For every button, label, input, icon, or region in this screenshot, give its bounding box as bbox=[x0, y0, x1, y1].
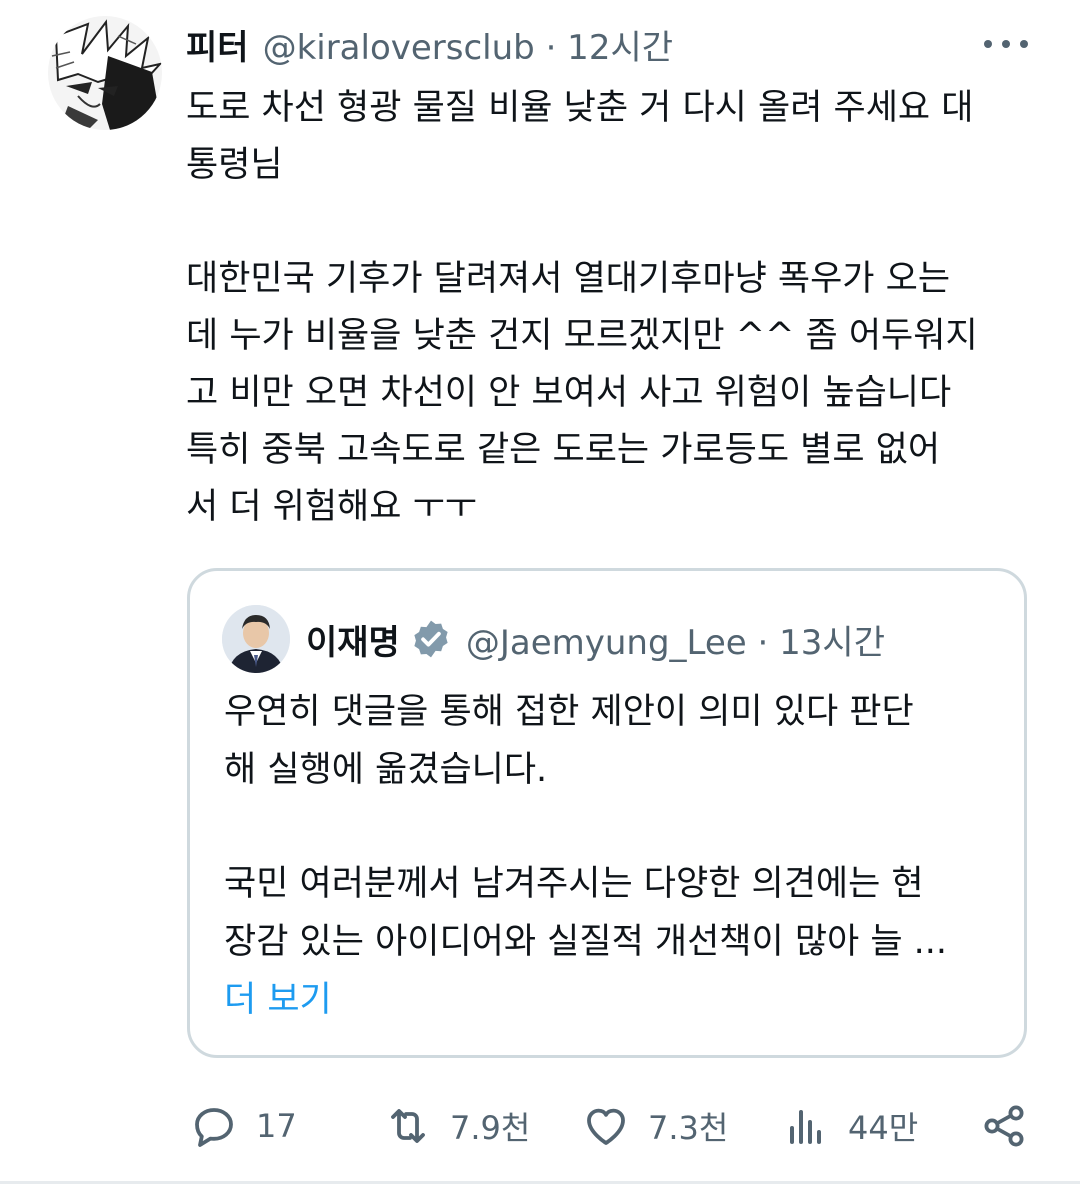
retweet-icon bbox=[391, 1109, 425, 1143]
quoted-author-avatar[interactable] bbox=[222, 605, 290, 673]
tweet-line: 특히 중북 고속도로 같은 도로는 가로등도 별로 없어 bbox=[186, 430, 941, 470]
quoted-line: 국민 여러분께서 남겨주시는 다양한 의견에는 현 bbox=[224, 864, 924, 904]
heart-icon bbox=[587, 1108, 625, 1145]
more-options-button[interactable] bbox=[984, 28, 1028, 60]
quoted-line: 장감 있는 아이디어와 실질적 개선책이 많아 늘 ... bbox=[224, 922, 948, 962]
tweet-header: 피터 @kiraloversclub · 12시간 bbox=[186, 18, 673, 70]
tweet-line: 도로 차선 형광 물질 비율 낮춘 거 다시 올려 주세요 대 bbox=[186, 88, 974, 128]
tweet-actions-bar: 17 7.9천 7.3천 44만 bbox=[0, 1096, 1080, 1156]
reply-icon bbox=[195, 1108, 233, 1147]
divider bbox=[0, 1181, 1080, 1184]
tweet-line: 통령님 bbox=[186, 145, 283, 185]
quoted-author-name[interactable]: 이재명 bbox=[306, 615, 400, 664]
quoted-line: 우연히 댓글을 통해 접한 제안이 의미 있다 판단 bbox=[224, 692, 914, 732]
quoted-avatar-photo bbox=[222, 605, 290, 673]
tweet-line: 데 누가 비율을 낮춘 건지 모르겠지만 ^^ 좀 어두워지 bbox=[186, 316, 978, 356]
quoted-handle-time[interactable]: @Jaemyung_Lee · 13시간 bbox=[466, 615, 885, 664]
show-more-link[interactable]: 더 보기 bbox=[224, 971, 1004, 1029]
views-button[interactable]: 44만 bbox=[782, 1096, 918, 1156]
retweet-button[interactable]: 7.9천 bbox=[384, 1096, 530, 1156]
quoted-tweet-card[interactable]: 이재명 @Jaemyung_Lee · 13시간 우연히 댓글을 통해 접한 제… bbox=[187, 568, 1027, 1058]
tweet-line-blank bbox=[186, 194, 1046, 251]
share-icon bbox=[984, 1105, 1024, 1147]
quoted-line-blank bbox=[224, 799, 1004, 855]
more-horizontal-icon bbox=[984, 40, 992, 48]
like-button[interactable]: 7.3천 bbox=[582, 1096, 728, 1156]
retweet-count: 7.9천 bbox=[450, 1109, 531, 1147]
quoted-line: 해 실행에 옮겼습니다. bbox=[224, 750, 548, 790]
author-handle-time[interactable]: @kiraloversclub · 12시간 bbox=[263, 20, 673, 69]
tweet-line: 고 비만 오면 차선이 안 보여서 사고 위험이 높습니다 bbox=[186, 373, 952, 413]
quoted-tweet-text: 우연히 댓글을 통해 접한 제안이 의미 있다 판단 해 실행에 옮겼습니다. … bbox=[224, 683, 1004, 1029]
verified-badge-icon bbox=[414, 620, 448, 658]
author-avatar[interactable] bbox=[48, 16, 162, 130]
more-dot bbox=[1020, 40, 1028, 48]
reply-button[interactable]: 17 bbox=[190, 1096, 297, 1156]
tweet-text: 도로 차선 형광 물질 비율 낮춘 거 다시 올려 주세요 대 통령님 대한민국… bbox=[186, 80, 1046, 536]
tweet-line: 대한민국 기후가 달려져서 열대기후마냥 폭우가 오는 bbox=[186, 259, 951, 299]
bar-chart-icon bbox=[790, 1110, 821, 1144]
share-button[interactable] bbox=[980, 1096, 1046, 1156]
more-dot bbox=[1002, 40, 1010, 48]
author-name[interactable]: 피터 bbox=[186, 20, 249, 69]
avatar-illustration bbox=[48, 16, 162, 130]
like-count: 7.3천 bbox=[648, 1109, 729, 1147]
views-count: 44만 bbox=[848, 1109, 919, 1147]
reply-count: 17 bbox=[256, 1107, 297, 1145]
quoted-tweet-header: 이재명 @Jaemyung_Lee · 13시간 bbox=[306, 613, 885, 665]
tweet-line: 서 더 위험해요 ㅜㅜ bbox=[186, 487, 477, 527]
